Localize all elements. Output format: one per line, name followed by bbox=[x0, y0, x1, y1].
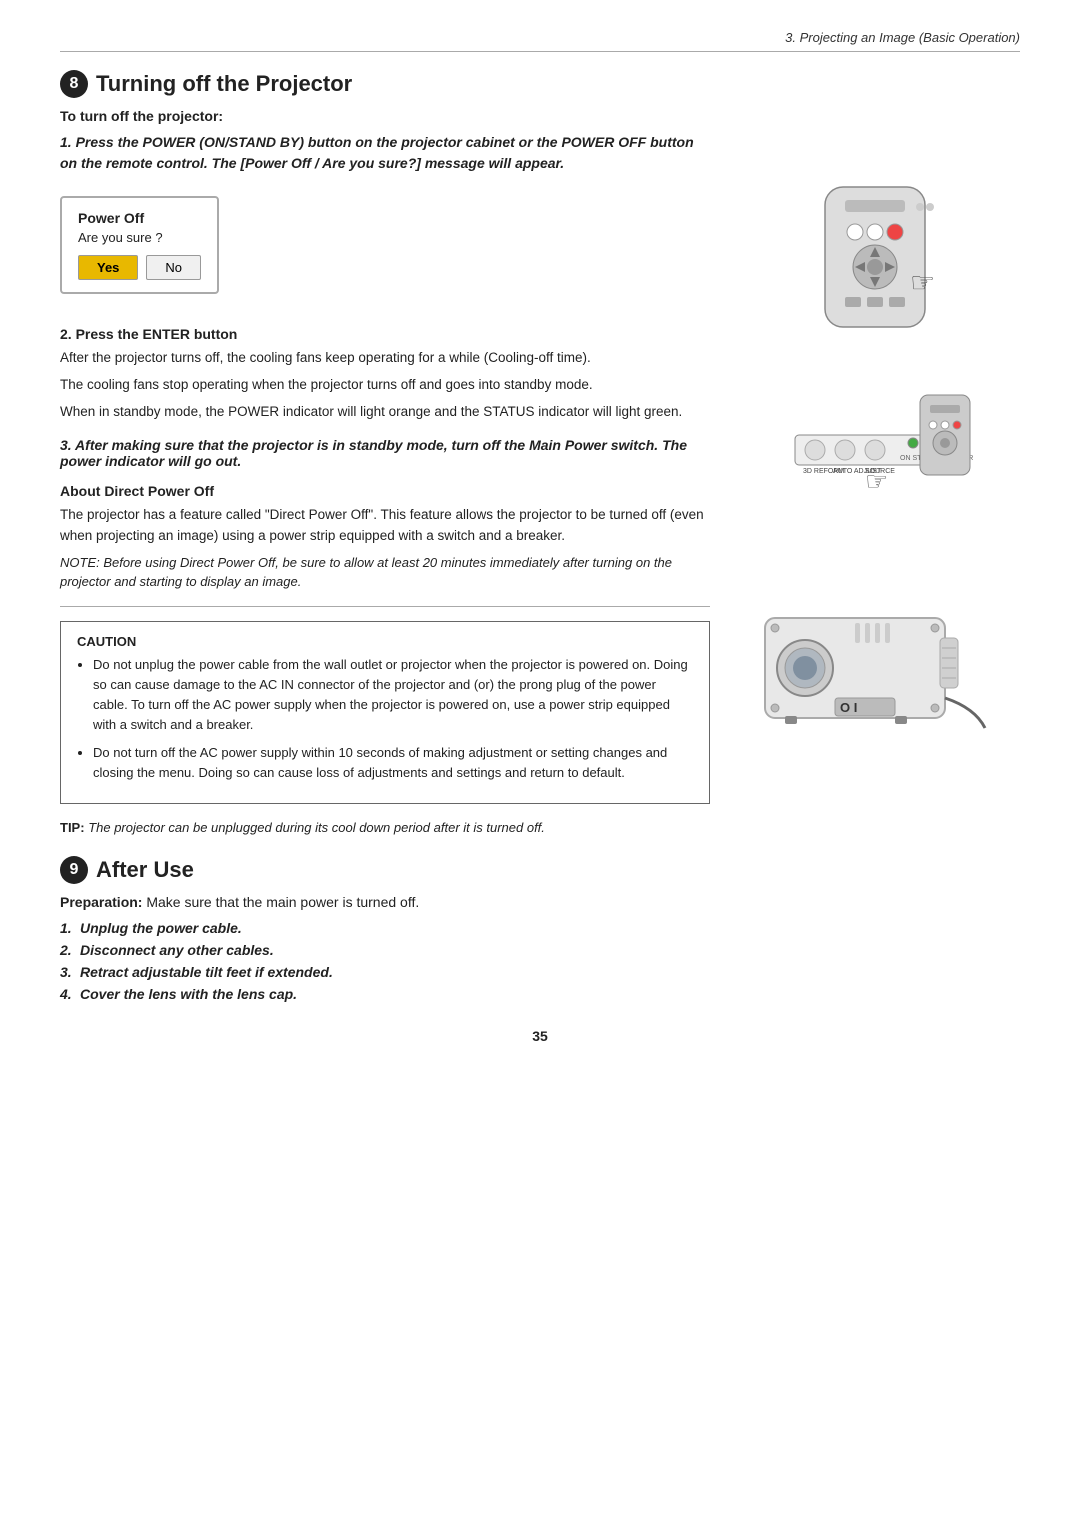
page-number: 35 bbox=[60, 1028, 1020, 1044]
remote-svg-1: ☞ bbox=[765, 182, 985, 332]
section8-title: 8 Turning off the Projector bbox=[60, 70, 1020, 98]
step3-text: 3. After making sure that the projector … bbox=[60, 437, 710, 469]
after-use-step-2: Disconnect any other cables. bbox=[60, 942, 710, 958]
remote-svg-2: 3D REFORM AUTO ADJUST SOURCE ON STANDBY … bbox=[765, 375, 985, 525]
no-button[interactable]: No bbox=[146, 255, 201, 280]
section8-number: 8 bbox=[60, 70, 88, 98]
page-header: 3. Projecting an Image (Basic Operation) bbox=[60, 30, 1020, 52]
power-off-dialog: Power Off Are you sure ? Yes No bbox=[60, 196, 219, 294]
tip-text: TIP: The projector can be unplugged duri… bbox=[60, 818, 710, 838]
svg-text:O I: O I bbox=[840, 700, 857, 715]
step1-text: 1. Press the POWER (ON/STAND BY) button … bbox=[60, 132, 710, 174]
remote-illustration-2: 3D REFORM AUTO ADJUST SOURCE ON STANDBY … bbox=[765, 375, 985, 528]
step2-heading: 2. Press the ENTER button bbox=[60, 326, 710, 342]
section9-number: 9 bbox=[60, 856, 88, 884]
divider bbox=[60, 606, 710, 607]
after-use-list: Unplug the power cable. Disconnect any o… bbox=[60, 920, 710, 1002]
prep-content: Make sure that the main power is turned … bbox=[146, 894, 419, 910]
sub-heading: To turn off the projector: bbox=[60, 108, 1020, 124]
tip-label: TIP: bbox=[60, 820, 85, 835]
projector-illustration: O I bbox=[745, 558, 1005, 761]
prep-text: Preparation: Make sure that the main pow… bbox=[60, 894, 710, 910]
yes-button[interactable]: Yes bbox=[78, 255, 138, 280]
dialog-title: Power Off bbox=[78, 210, 201, 226]
step2-para2: The cooling fans stop operating when the… bbox=[60, 375, 710, 396]
after-use-step-3: Retract adjustable tilt feet if extended… bbox=[60, 964, 710, 980]
about-direct-note: NOTE: Before using Direct Power Off, be … bbox=[60, 553, 710, 592]
after-use-step-4: Cover the lens with the lens cap. bbox=[60, 986, 710, 1002]
svg-text:☞: ☞ bbox=[865, 466, 888, 496]
projector-svg: O I bbox=[745, 558, 1005, 758]
section9-title-text: After Use bbox=[96, 857, 194, 883]
section8-title-text: Turning off the Projector bbox=[96, 71, 352, 97]
after-use-step-1: Unplug the power cable. bbox=[60, 920, 710, 936]
caution-item-2: Do not turn off the AC power supply with… bbox=[93, 743, 693, 783]
caution-item-1: Do not unplug the power cable from the w… bbox=[93, 655, 693, 736]
remote-illustration-1: ☞ bbox=[765, 182, 985, 335]
step2-para1: After the projector turns off, the cooli… bbox=[60, 348, 710, 369]
right-illustrations: ☞ 3D REFORM AUTO ADJUST SOURCE bbox=[730, 132, 1020, 1008]
caution-title: CAUTION bbox=[77, 634, 693, 649]
dialog-subtitle: Are you sure ? bbox=[78, 230, 201, 245]
svg-text:☞: ☞ bbox=[910, 267, 935, 298]
section9-title: 9 After Use bbox=[60, 856, 710, 884]
caution-list: Do not unplug the power cable from the w… bbox=[77, 655, 693, 784]
prep-label: Preparation: bbox=[60, 894, 142, 910]
step2-para3: When in standby mode, the POWER indicato… bbox=[60, 402, 710, 423]
about-direct-heading: About Direct Power Off bbox=[60, 483, 710, 499]
tip-content: The projector can be unplugged during it… bbox=[88, 820, 545, 835]
about-direct-para: The projector has a feature called "Dire… bbox=[60, 505, 710, 547]
header-text: 3. Projecting an Image (Basic Operation) bbox=[785, 30, 1020, 45]
caution-box: CAUTION Do not unplug the power cable fr… bbox=[60, 621, 710, 805]
